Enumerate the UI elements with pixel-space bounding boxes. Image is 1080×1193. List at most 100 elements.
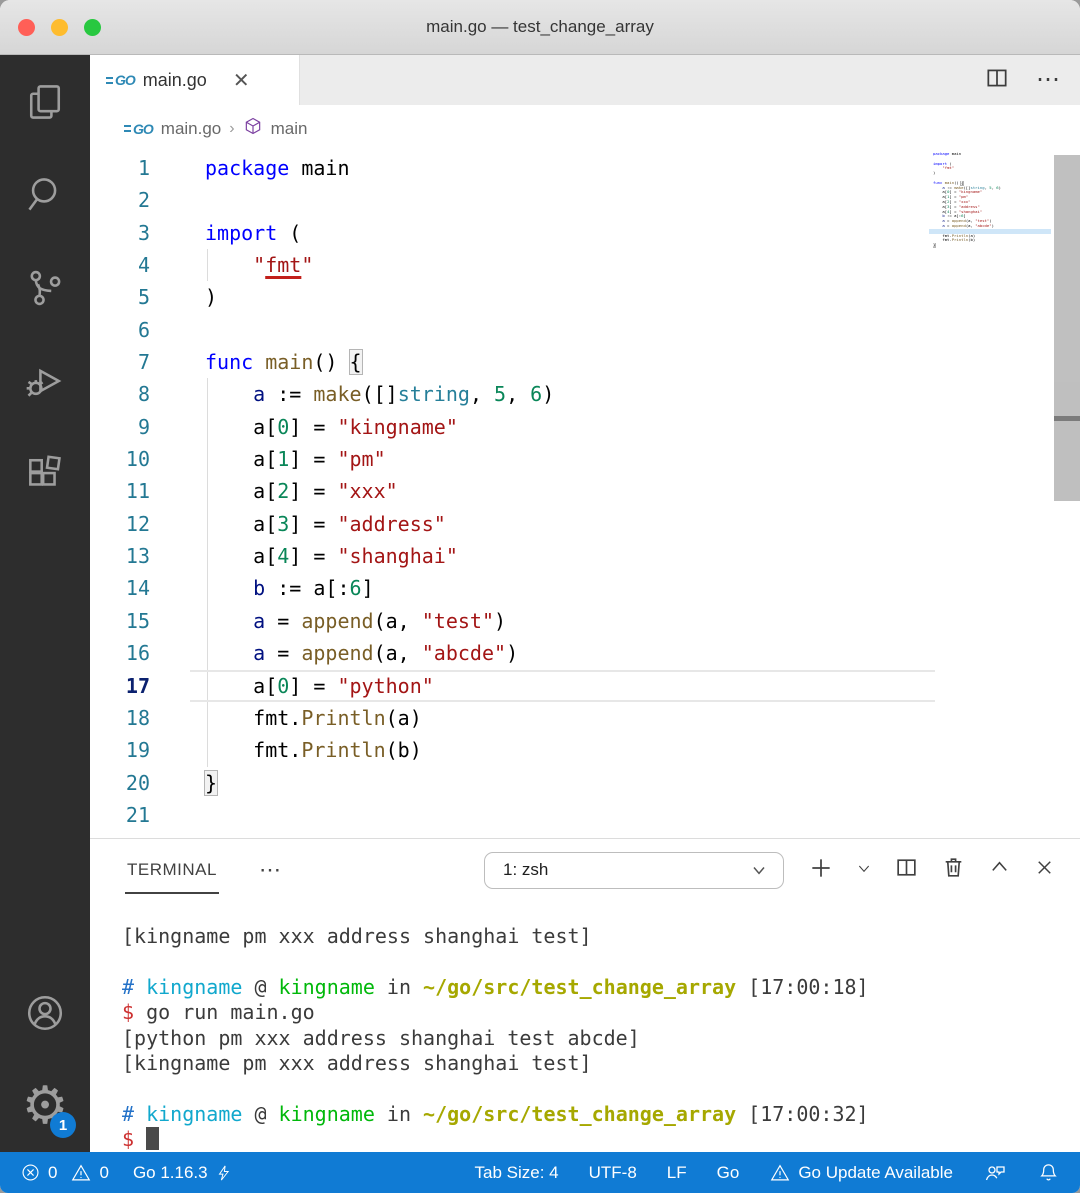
- breadcrumb: GO main.go › main: [90, 105, 1080, 152]
- code-line[interactable]: 1 package main: [90, 152, 1080, 184]
- terminal-header: TERMINAL ⋯ 1: zsh: [90, 839, 1080, 901]
- code-text: a[0] = "python": [205, 673, 434, 698]
- editor-scrollbar[interactable]: [1054, 155, 1080, 501]
- code-text: package main: [205, 156, 350, 180]
- minimap[interactable]: package main import ( "fmt") func main() {…: [929, 152, 1051, 253]
- code-editor[interactable]: 1 package main 2 3 import (4 "fmt" 5) 6 7 func m…: [90, 152, 1080, 838]
- close-window-button[interactable]: [18, 19, 35, 36]
- terminal-tab[interactable]: TERMINAL: [125, 846, 219, 894]
- code-text: fmt.Println(b): [205, 738, 422, 763]
- code-text: fmt.Println(a): [205, 705, 422, 730]
- breadcrumb-symbol[interactable]: main: [271, 119, 308, 139]
- run-and-debug-icon[interactable]: [0, 334, 90, 427]
- go-version-status[interactable]: Go 1.16.3: [133, 1163, 233, 1183]
- encoding-status[interactable]: UTF-8: [589, 1163, 637, 1183]
- code-line[interactable]: 5): [90, 281, 1080, 313]
- code-line[interactable]: 4 "fmt": [90, 249, 1080, 281]
- minimize-window-button[interactable]: [51, 19, 68, 36]
- line-number: 18: [125, 705, 150, 730]
- code-text: a = append(a, "test"): [253, 608, 507, 633]
- code-line[interactable]: 6: [90, 314, 1080, 346]
- code-line[interactable]: 15 a = append(a, "test"): [90, 605, 1080, 637]
- line-number: 15: [125, 608, 150, 633]
- notifications-bell-icon[interactable]: [1037, 1161, 1060, 1184]
- code-text: a[1] = "pm": [205, 447, 386, 472]
- language-status[interactable]: Go: [717, 1163, 740, 1183]
- code-line[interactable]: 11 a[2] = "xxx": [90, 475, 1080, 507]
- title-bar[interactable]: main.go — test_change_array: [0, 0, 1080, 55]
- source-control-icon[interactable]: [0, 241, 90, 334]
- terminal-dropdown[interactable]: 1: zsh: [484, 851, 784, 889]
- line-number: 20: [125, 770, 150, 795]
- code-line[interactable]: 14 b := a[:6]: [90, 572, 1080, 604]
- more-actions-icon[interactable]: ⋯: [1036, 68, 1062, 92]
- tab-main-go[interactable]: GO main.go ✕: [90, 55, 300, 105]
- window-title: main.go — test_change_array: [426, 17, 654, 36]
- line-number: 8: [137, 382, 150, 407]
- code-line[interactable]: 7 func main() {: [90, 346, 1080, 378]
- close-panel-icon[interactable]: [1033, 856, 1056, 884]
- extensions-icon[interactable]: [0, 427, 90, 520]
- split-editor-icon[interactable]: [984, 65, 1010, 96]
- code-line[interactable]: 13 a[4] = "shanghai": [90, 540, 1080, 572]
- vscode-window: main.go — test_change_array ⚙ 1 GO main.…: [0, 0, 1080, 1193]
- tab-size-status[interactable]: Tab Size: 4: [475, 1163, 559, 1183]
- code-line[interactable]: 10 a[1] = "pm": [90, 443, 1080, 475]
- terminal-output[interactable]: [kingname pm xxx address shanghai test] #…: [122, 924, 1070, 1152]
- line-number: 19: [125, 738, 150, 763]
- zoom-window-button[interactable]: [84, 19, 101, 36]
- go-update-status[interactable]: Go Update Available: [769, 1162, 953, 1184]
- code-line[interactable]: 19 fmt.Println(b): [90, 734, 1080, 766]
- search-icon[interactable]: [0, 148, 90, 241]
- minimap-line: [933, 248, 1051, 253]
- maximize-panel-icon[interactable]: [988, 856, 1011, 884]
- explorer-icon[interactable]: [0, 55, 90, 148]
- code-line[interactable]: 9 a[0] = "kingname": [90, 411, 1080, 443]
- terminal-panel: TERMINAL ⋯ 1: zsh [kingname pm xxx addre…: [90, 838, 1080, 1152]
- error-icon: [22, 1164, 39, 1181]
- kill-terminal-trash-icon[interactable]: [941, 855, 966, 885]
- code-line[interactable]: 2: [90, 184, 1080, 216]
- code-text: ): [205, 285, 218, 310]
- split-terminal-icon[interactable]: [894, 855, 919, 885]
- terminal-line: [python pm xxx address shanghai test abc…: [122, 1025, 640, 1050]
- terminal-line: # kingname @ kingname in ~/go/src/test_c…: [122, 1101, 869, 1126]
- code-line[interactable]: 21: [90, 799, 1080, 831]
- line-number: 5: [137, 285, 150, 310]
- terminal-more-icon[interactable]: ⋯: [259, 859, 283, 881]
- line-number: 16: [125, 641, 150, 666]
- line-number: 7: [137, 350, 150, 375]
- line-number: 3: [137, 220, 150, 245]
- line-number: 1: [137, 156, 150, 180]
- code-text: a = append(a, "abcde"): [253, 641, 519, 666]
- line-number: 12: [125, 511, 150, 536]
- line-number: 9: [137, 414, 150, 439]
- feedback-icon[interactable]: [983, 1161, 1007, 1185]
- terminal-line: # kingname @ kingname in ~/go/src/test_c…: [122, 974, 869, 999]
- warning-icon: [771, 1163, 790, 1180]
- eol-status[interactable]: LF: [667, 1163, 687, 1183]
- terminal-profile-chevron-icon[interactable]: [856, 860, 872, 881]
- code-line[interactable]: 12 a[3] = "address": [90, 508, 1080, 540]
- line-number: 6: [137, 317, 150, 342]
- line-number: 10: [125, 447, 150, 472]
- chevron-down-icon: [753, 867, 765, 875]
- code-line[interactable]: 17 a[0] = "python": [90, 670, 1080, 702]
- go-file-icon: GO: [106, 72, 136, 88]
- code-line[interactable]: 20}: [90, 767, 1080, 799]
- line-number: 13: [125, 544, 150, 569]
- breadcrumb-separator: ›: [229, 119, 235, 137]
- tab-close-icon[interactable]: ✕: [233, 68, 250, 93]
- line-number: 2: [137, 188, 150, 213]
- code-line[interactable]: 18 fmt.Println(a): [90, 702, 1080, 734]
- new-terminal-icon[interactable]: [808, 855, 834, 886]
- settings-gear-icon[interactable]: ⚙ 1: [0, 1059, 90, 1152]
- breadcrumb-file[interactable]: main.go: [161, 119, 221, 139]
- account-icon[interactable]: [0, 966, 90, 1059]
- code-line[interactable]: 16 a = append(a, "abcde"): [90, 637, 1080, 669]
- code-text: a := make([]string, 5, 6): [253, 382, 555, 407]
- problems-indicator[interactable]: 0 0: [20, 1162, 109, 1184]
- code-line[interactable]: 8 a := make([]string, 5, 6): [90, 378, 1080, 410]
